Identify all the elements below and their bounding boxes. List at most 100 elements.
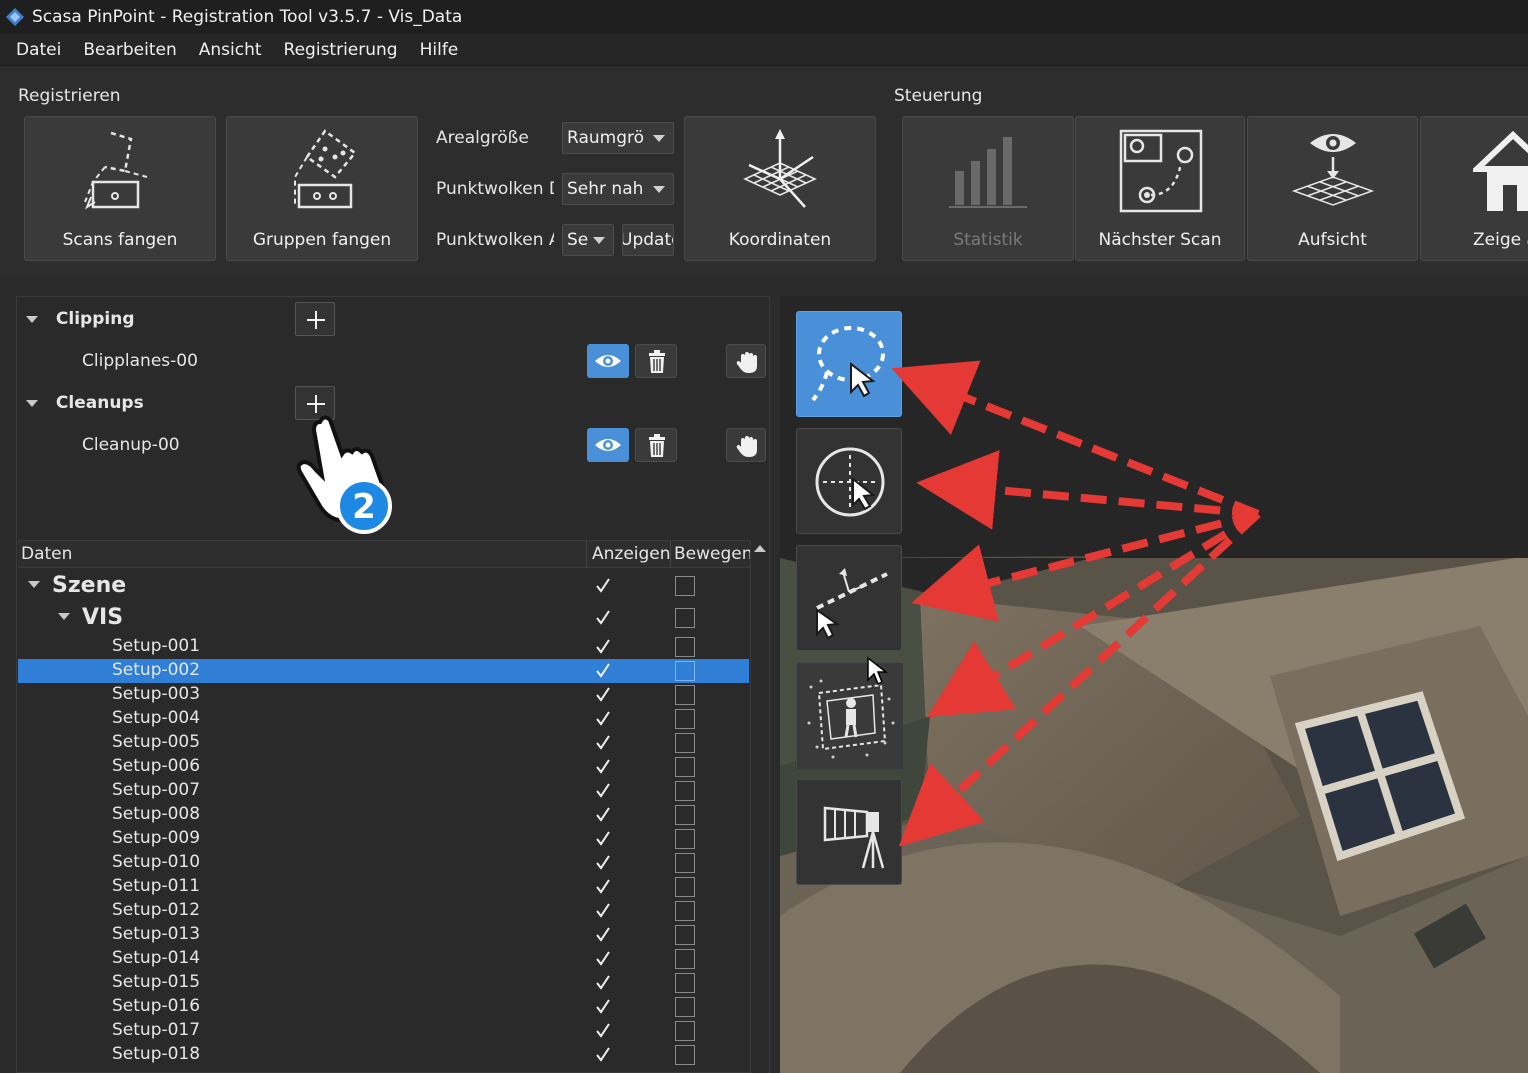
column-header-bewegen[interactable]: Bewegen (674, 544, 753, 564)
zeige-button[interactable]: Zeige a (1420, 116, 1528, 261)
tree-row-group[interactable]: VIS (18, 604, 749, 632)
update-button[interactable]: Update (622, 224, 674, 256)
move-checkbox[interactable] (675, 757, 695, 777)
table-row[interactable]: Setup-001 (18, 635, 749, 659)
move-checkbox[interactable] (675, 829, 695, 849)
checkmark-icon[interactable] (593, 637, 613, 657)
next-scan-icon (1119, 129, 1203, 213)
move-checkbox[interactable] (675, 709, 695, 729)
checkmark-icon[interactable] (593, 1021, 613, 1041)
gruppen-fangen-button[interactable]: Gruppen fangen (226, 116, 418, 261)
table-row[interactable]: Setup-010 (18, 851, 749, 875)
checkmark-icon[interactable] (593, 877, 613, 897)
menu-registrierung[interactable]: Registrierung (284, 40, 398, 60)
table-row[interactable]: Setup-008 (18, 803, 749, 827)
checkmark-icon[interactable] (593, 1045, 613, 1065)
move-checkbox[interactable] (675, 781, 695, 801)
checkmark-icon[interactable] (593, 733, 613, 753)
checkmark-icon[interactable] (593, 901, 613, 921)
table-row[interactable]: Setup-016 (18, 995, 749, 1019)
table-scrollbar[interactable] (750, 540, 768, 1073)
column-header-anzeigen[interactable]: Anzeigen (592, 544, 671, 564)
expand-arrow-icon (26, 399, 38, 407)
table-row[interactable]: Setup-013 (18, 923, 749, 947)
cleanup-delete-button[interactable] (635, 428, 677, 462)
clipplanes-item[interactable]: Clipplanes-00 (82, 351, 198, 371)
pw-anzeige-value: Se (567, 230, 589, 250)
column-header-daten[interactable]: Daten (21, 544, 72, 564)
checkmark-icon[interactable] (593, 576, 613, 596)
lasso-select-button[interactable] (796, 311, 902, 417)
checkmark-icon[interactable] (593, 709, 613, 729)
move-checkbox[interactable] (675, 901, 695, 921)
move-checkbox[interactable] (675, 733, 695, 753)
aufsicht-button[interactable]: Aufsicht (1247, 116, 1418, 261)
table-row[interactable]: Setup-009 (18, 827, 749, 851)
checkmark-icon[interactable] (593, 829, 613, 849)
checkmark-icon[interactable] (593, 781, 613, 801)
table-row[interactable]: Setup-012 (18, 899, 749, 923)
table-row[interactable]: Setup-005 (18, 731, 749, 755)
menu-ansicht[interactable]: Ansicht (199, 40, 262, 60)
clipplanes-move-button[interactable] (726, 344, 766, 378)
clipplanes-delete-button[interactable] (635, 344, 677, 378)
menu-hilfe[interactable]: Hilfe (420, 40, 459, 60)
move-checkbox[interactable] (675, 685, 695, 705)
table-row[interactable]: Setup-003 (18, 683, 749, 707)
table-row[interactable]: Setup-015 (18, 971, 749, 995)
table-row[interactable]: Setup-018 (18, 1043, 749, 1067)
scanner-view-button[interactable] (796, 779, 902, 885)
checkmark-icon[interactable] (593, 685, 613, 705)
line-select-button[interactable] (796, 545, 902, 651)
cleanup-item[interactable]: Cleanup-00 (82, 435, 180, 455)
checkmark-icon[interactable] (593, 949, 613, 969)
menu-datei[interactable]: Datei (16, 40, 61, 60)
naechster-scan-button[interactable]: Nächster Scan (1075, 116, 1245, 261)
clipping-header[interactable]: Clipping (26, 309, 135, 329)
move-checkbox[interactable] (675, 925, 695, 945)
table-row[interactable]: Setup-011 (18, 875, 749, 899)
move-checkbox[interactable] (675, 805, 695, 825)
table-row[interactable]: Setup-004 (18, 707, 749, 731)
checkmark-icon[interactable] (593, 853, 613, 873)
move-checkbox[interactable] (675, 608, 695, 628)
scans-fangen-button[interactable]: Scans fangen (24, 116, 216, 261)
move-checkbox[interactable] (675, 853, 695, 873)
move-checkbox[interactable] (675, 877, 695, 897)
move-checkbox[interactable] (675, 973, 695, 993)
add-clipping-button[interactable] (295, 302, 335, 336)
table-row[interactable]: Setup-006 (18, 755, 749, 779)
move-checkbox[interactable] (675, 661, 695, 681)
move-checkbox[interactable] (675, 637, 695, 657)
move-checkbox[interactable] (675, 1021, 695, 1041)
circle-select-button[interactable] (796, 428, 902, 534)
checkmark-icon[interactable] (593, 608, 613, 628)
statistik-button[interactable]: Statistik (902, 116, 1074, 261)
move-checkbox[interactable] (675, 1045, 695, 1065)
cleanup-visibility-button[interactable] (587, 428, 629, 462)
checkmark-icon[interactable] (593, 661, 613, 681)
checkmark-icon[interactable] (593, 973, 613, 993)
cleanups-header[interactable]: Cleanups (26, 393, 144, 413)
table-row[interactable]: Setup-014 (18, 947, 749, 971)
move-checkbox[interactable] (675, 997, 695, 1017)
menu-bearbeiten[interactable]: Bearbeiten (83, 40, 176, 60)
table-row[interactable]: Setup-002 (18, 659, 749, 683)
checkmark-icon[interactable] (593, 997, 613, 1017)
pw-detail-combo[interactable]: Sehr nah (562, 173, 674, 205)
checkmark-icon[interactable] (593, 757, 613, 777)
koordinaten-button[interactable]: Koordinaten (684, 116, 876, 261)
checkmark-icon[interactable] (593, 805, 613, 825)
table-row[interactable]: Setup-017 (18, 1019, 749, 1043)
arealgroesse-combo[interactable]: Raumgrö (562, 122, 674, 154)
checkmark-icon[interactable] (593, 925, 613, 945)
move-checkbox[interactable] (675, 949, 695, 969)
clipplanes-visibility-button[interactable] (587, 344, 629, 378)
tree-row-scene[interactable]: Szene (18, 572, 749, 600)
chevron-down-icon (653, 135, 665, 142)
cleanup-move-button[interactable] (726, 428, 766, 462)
table-row[interactable]: Setup-007 (18, 779, 749, 803)
move-checkbox[interactable] (675, 576, 695, 596)
scroll-up-icon[interactable] (751, 540, 769, 560)
pw-anzeige-combo[interactable]: Se (562, 224, 614, 256)
